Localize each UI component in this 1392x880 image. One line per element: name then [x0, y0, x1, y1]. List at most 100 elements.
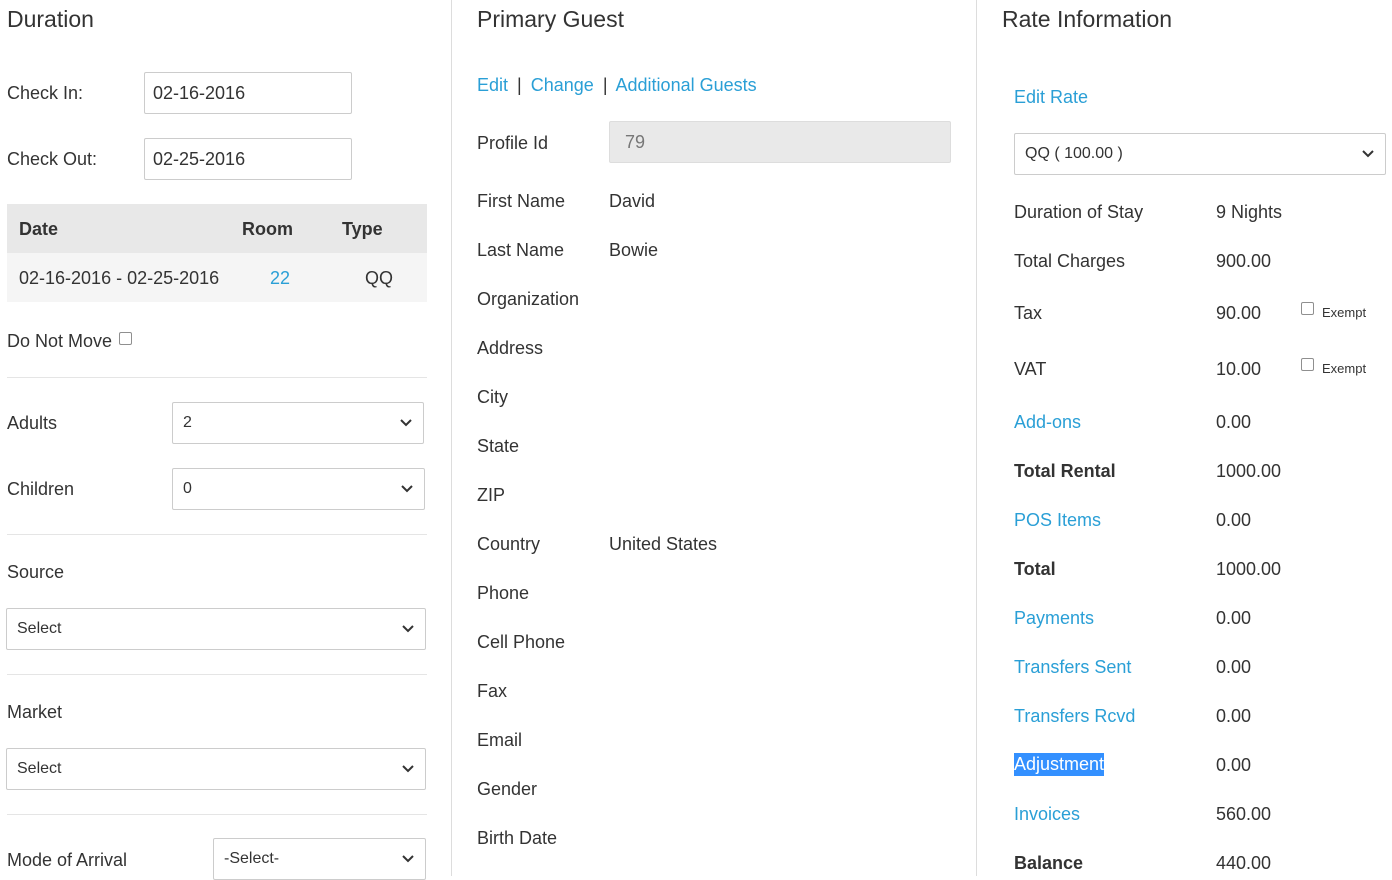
link-separator: |	[517, 75, 522, 95]
source-label: Source	[7, 562, 65, 582]
total-charges-value: 900.00	[1216, 251, 1272, 271]
primary-guest-panel: Primary Guest Edit | Change | Additional…	[451, 0, 976, 876]
guest-action-links: Edit | Change | Additional Guests	[477, 74, 757, 96]
phone-label: Phone	[477, 583, 530, 603]
vat-exempt-label: Exempt	[1322, 361, 1367, 376]
transfers-sent-link[interactable]: Transfers Sent	[1014, 656, 1131, 678]
chevron-down-icon	[1362, 150, 1374, 158]
total-rental-value: 1000.00	[1216, 461, 1282, 481]
source-select[interactable]: Select	[6, 608, 426, 650]
additional-guests-link[interactable]: Additional Guests	[616, 75, 757, 95]
last-name-value: Bowie	[609, 240, 659, 260]
edit-rate-link[interactable]: Edit Rate	[1014, 86, 1088, 108]
duration-title: Duration	[7, 6, 94, 32]
duration-of-stay-label: Duration of Stay	[1014, 202, 1144, 222]
last-name-label: Last Name	[477, 240, 565, 260]
row-type: QQ	[365, 268, 394, 288]
do-not-move-checkbox[interactable]	[119, 332, 132, 345]
adults-value: 2	[183, 414, 192, 431]
mode-of-arrival-label: Mode of Arrival	[7, 850, 128, 870]
email-label: Email	[477, 730, 523, 750]
market-select[interactable]: Select	[6, 748, 426, 790]
zip-label: ZIP	[477, 485, 506, 505]
add-ons-link[interactable]: Add-ons	[1014, 411, 1081, 433]
header-type: Type	[342, 219, 383, 239]
pos-items-value: 0.00	[1216, 510, 1252, 530]
vat-value: 10.00	[1216, 359, 1262, 379]
chevron-down-icon	[402, 855, 414, 863]
chevron-down-icon	[402, 765, 414, 773]
tax-value: 90.00	[1216, 303, 1262, 323]
profile-id-label: Profile Id	[477, 133, 549, 153]
duration-panel: Duration Check In: 02-16-2016 Check Out:…	[0, 0, 450, 880]
address-label: Address	[477, 338, 544, 358]
market-value: Select	[17, 760, 62, 777]
tax-label: Tax	[1014, 303, 1043, 323]
tax-exempt-checkbox[interactable]	[1301, 302, 1314, 315]
room-table: Date Room Type 02-16-2016 - 02-25-2016 2…	[7, 204, 427, 302]
transfers-rcvd-value: 0.00	[1216, 706, 1252, 726]
organization-label: Organization	[477, 289, 580, 309]
state-label: State	[477, 436, 520, 456]
pos-items-link[interactable]: POS Items	[1014, 509, 1101, 531]
check-out-label: Check Out:	[7, 149, 98, 169]
divider	[7, 814, 427, 815]
adjustment-link[interactable]: Adjustment	[1014, 753, 1105, 776]
room-number-link[interactable]: 22	[270, 267, 290, 289]
gender-label: Gender	[477, 779, 538, 799]
table-row: 02-16-2016 - 02-25-2016 22 QQ	[7, 253, 427, 302]
link-separator: |	[602, 75, 608, 95]
check-in-input[interactable]: 02-16-2016	[144, 72, 352, 114]
adjustment-value: 0.00	[1216, 755, 1252, 775]
transfers-sent-value: 0.00	[1216, 657, 1252, 677]
invoices-value: 560.00	[1216, 804, 1272, 824]
source-value: Select	[17, 620, 62, 637]
vat-exempt-checkbox[interactable]	[1301, 358, 1314, 371]
balance-label: Balance	[1014, 853, 1084, 873]
vat-label: VAT	[1014, 359, 1047, 379]
children-label: Children	[7, 479, 75, 499]
rate-select[interactable]: QQ ( 100.00 )	[1014, 133, 1386, 175]
mode-of-arrival-select[interactable]: -Select-	[213, 838, 426, 880]
country-value: United States	[609, 534, 718, 554]
children-select[interactable]: 0	[172, 468, 425, 510]
do-not-move-label: Do Not Move	[7, 331, 113, 351]
divider	[7, 377, 427, 378]
birth-date-label: Birth Date	[477, 828, 558, 848]
fax-label: Fax	[477, 681, 508, 701]
first-name-value: David	[609, 191, 656, 211]
duration-of-stay-value: 9 Nights	[1216, 202, 1283, 222]
rate-information-title: Rate Information	[1002, 6, 1173, 32]
total-label: Total	[1014, 559, 1056, 579]
profile-id-field: 79	[609, 121, 951, 163]
adults-select[interactable]: 2	[172, 402, 424, 444]
city-label: City	[477, 387, 508, 407]
adults-label: Adults	[7, 413, 58, 433]
children-value: 0	[183, 480, 192, 497]
payments-value: 0.00	[1216, 608, 1252, 628]
check-out-input[interactable]: 02-25-2016	[144, 138, 352, 180]
cell-phone-label: Cell Phone	[477, 632, 566, 652]
chevron-down-icon	[402, 625, 414, 633]
check-in-label: Check In:	[7, 83, 84, 103]
balance-value: 440.00	[1216, 853, 1272, 873]
row-date: 02-16-2016 - 02-25-2016	[19, 268, 220, 288]
header-room: Room	[242, 219, 293, 239]
edit-guest-link[interactable]: Edit	[477, 75, 508, 95]
mode-of-arrival-value: -Select-	[224, 850, 280, 867]
payments-link[interactable]: Payments	[1014, 607, 1094, 629]
divider	[7, 534, 427, 535]
chevron-down-icon	[400, 419, 412, 427]
total-rental-label: Total Rental	[1014, 461, 1116, 481]
tax-exempt-label: Exempt	[1322, 305, 1367, 320]
add-ons-value: 0.00	[1216, 412, 1252, 432]
transfers-rcvd-link[interactable]: Transfers Rcvd	[1014, 705, 1135, 727]
first-name-label: First Name	[477, 191, 566, 211]
divider	[7, 674, 427, 675]
change-guest-link[interactable]: Change	[531, 75, 594, 95]
room-table-header: Date Room Type	[7, 204, 427, 253]
total-value: 1000.00	[1216, 559, 1282, 579]
primary-guest-title: Primary Guest	[477, 6, 624, 32]
market-label: Market	[7, 702, 63, 722]
invoices-link[interactable]: Invoices	[1014, 803, 1080, 825]
